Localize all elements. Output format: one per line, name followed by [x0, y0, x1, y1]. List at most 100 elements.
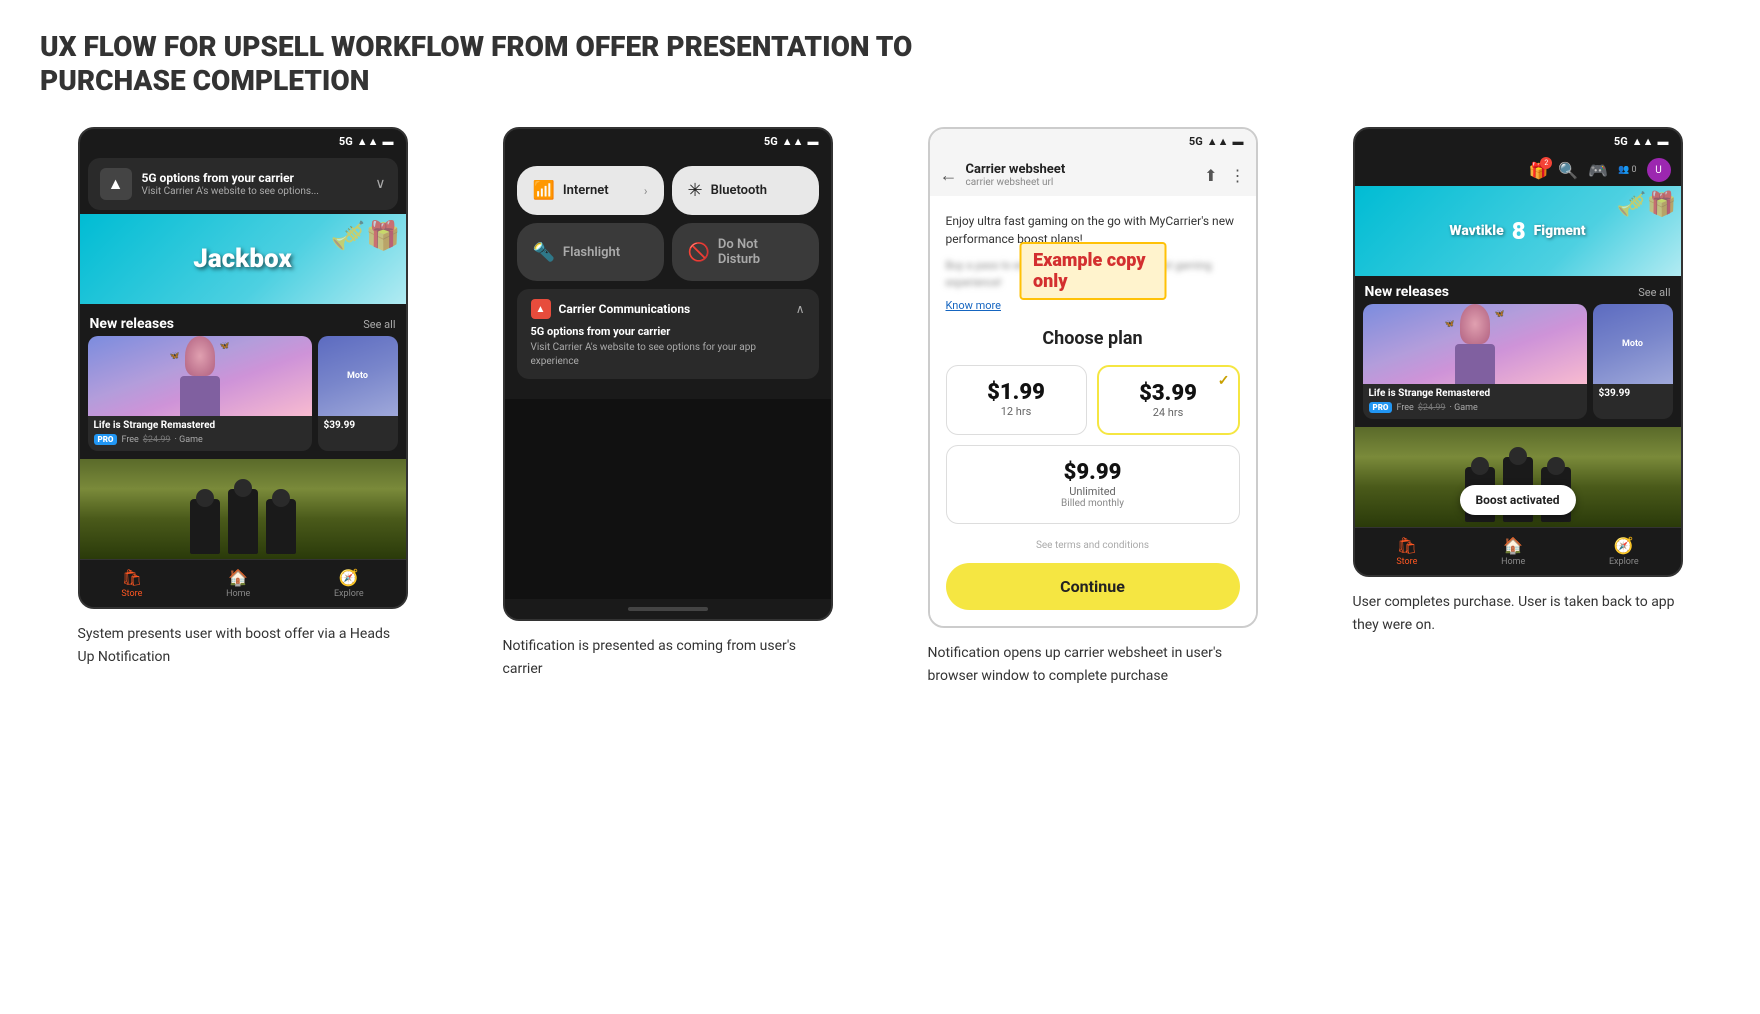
screen2-tile-dnd-label: Do Not Disturb [718, 237, 803, 267]
screen1-col: 5G ▲▲ ▬ ▲ 5G options from your carrier V… [40, 127, 445, 668]
screen4-bottom-nav: 🛍 Store 🏠 Home 🧭 Explore [1355, 527, 1681, 575]
screen1-notif-icon: ▲ [100, 168, 132, 200]
screen3-plan-3[interactable]: $9.99 Unlimited Billed monthly [946, 445, 1240, 524]
screen3-plan-1[interactable]: $1.99 12 hrs [946, 365, 1087, 435]
screen1-see-all[interactable]: See all [363, 318, 395, 331]
screen2-notif-body: Visit Carrier A's website to see options… [531, 341, 805, 369]
soldier-3 [266, 499, 296, 554]
screen2-description: Notification is presented as coming from… [503, 635, 833, 680]
screen4-lis-name: Life is Strange Remastered [1369, 388, 1581, 399]
screen3-terms[interactable]: See terms and conditions [946, 540, 1240, 551]
chevron-up-icon: ∧ [796, 302, 805, 316]
screen3-plan-2[interactable]: $3.99 24 hrs [1097, 365, 1240, 435]
screen4-price-original: $24.99 [1418, 403, 1446, 413]
screen4-bottom-banner: Boost activated [1355, 427, 1681, 527]
screen2-tile-flashlight[interactable]: 🔦 Flashlight [517, 223, 664, 281]
screen4-nav-home-label: Home [1501, 557, 1525, 567]
screen2-col: 5G ▲▲ ▬ 📶 Internet › ✳ Bluetooth [465, 127, 870, 680]
soldier-group [190, 489, 296, 554]
screen1-game-card-moto[interactable]: Moto $39.99 [318, 336, 398, 451]
screen1-5g-label: 5G [339, 135, 353, 148]
screen3-phone: 5G ▲▲ ▬ ← Carrier websheet carrier websh… [928, 127, 1258, 628]
screen4-game-card-moto[interactable]: Moto $39.99 [1593, 304, 1673, 419]
screen4-nav-store[interactable]: 🛍 Store [1396, 536, 1417, 567]
game-controller-icon: 🎮 [1588, 161, 1608, 180]
screen1-notif-text: 5G options from your carrier Visit Carri… [142, 171, 366, 197]
screen3-url: carrier websheet url [966, 177, 1197, 188]
screen4-section-title: New releases [1365, 284, 1449, 300]
screen1-moto-image: Moto [318, 336, 398, 416]
screen1-nav-store[interactable]: 🛍 Store [121, 568, 142, 599]
screen3-carrier-body: Enjoy ultra fast gaming on the go with M… [930, 196, 1256, 626]
screen1-game-type: · Game [175, 435, 203, 445]
screen1-notif-subtitle: Visit Carrier A's website to see options… [142, 186, 366, 197]
gift-icon: 🎁 [1528, 161, 1548, 180]
screen1-bottom-banner [80, 459, 406, 559]
screen2-carrier-app: Carrier Communications [559, 302, 788, 316]
screen4-hero-game1: Wavtikle [1449, 223, 1503, 239]
screen4-game-card-lis[interactable]: 🦋 🦋 Life is Strange Remastered PRO Free … [1363, 304, 1587, 419]
screen4-nav-store-label: Store [1396, 557, 1417, 567]
back-button[interactable]: ← [940, 165, 958, 186]
screen1-lis-artwork: 🦋 🦋 [88, 336, 312, 416]
screen3-continue-button[interactable]: Continue [946, 563, 1240, 610]
screen3-header-actions: ⬆ ⋮ [1204, 166, 1245, 185]
screen1-nav-explore[interactable]: 🧭 Explore [334, 568, 364, 599]
screen3-signal-icon: ▲▲ [1207, 135, 1229, 148]
screen4-store-icon: 🛍 [1397, 536, 1417, 555]
screen1-pro-badge: PRO [94, 434, 118, 445]
screen3-desc-with-overlay: Buy a pass to enjoy ultra fast rates for… [946, 258, 1240, 291]
screen2-battery-icon: ▬ [808, 135, 819, 148]
soldier-2 [228, 489, 258, 554]
share-icon[interactable]: ⬆ [1204, 166, 1217, 185]
screen3-plan1-price: $1.99 [961, 380, 1072, 405]
screen1-signal-icon: ▲▲ [357, 135, 379, 148]
dnd-icon: 🚫 [688, 242, 710, 263]
screen1-lis-info: Life is Strange Remastered PRO Free $24.… [88, 416, 312, 451]
screen4-moto-price: $39.99 [1593, 384, 1673, 405]
boost-activated-toast: Boost activated [1459, 485, 1575, 515]
screen1-notification[interactable]: ▲ 5G options from your carrier Visit Car… [88, 158, 398, 210]
user-avatar[interactable]: U [1647, 158, 1671, 182]
screen4-description: User completes purchase. User is taken b… [1353, 591, 1683, 636]
screen4-nav-home[interactable]: 🏠 Home [1501, 536, 1525, 567]
more-icon[interactable]: ⋮ [1230, 166, 1246, 185]
screen1-lis-meta: PRO Free $24.99 · Game [94, 434, 306, 445]
screen4-pro-badge: PRO [1369, 402, 1393, 413]
screen3-col: 5G ▲▲ ▬ ← Carrier websheet carrier websh… [890, 127, 1295, 687]
screen2-tile-internet[interactable]: 📶 Internet › [517, 166, 664, 215]
screen3-page-title: Carrier websheet [966, 162, 1197, 177]
flashlight-icon: 🔦 [533, 242, 555, 263]
screen3-description: Notification opens up carrier websheet i… [928, 642, 1258, 687]
store-icon: 🛍 [122, 568, 142, 587]
screen3-plan3-duration: Unlimited [961, 485, 1225, 498]
wifi-icon: 📶 [533, 180, 555, 201]
search-icon[interactable]: 🔍 [1558, 161, 1578, 180]
screen4-game-type: · Game [1450, 403, 1478, 413]
screen1-nav-home-label: Home [226, 589, 250, 599]
screen2-notif-title: 5G options from your carrier [531, 325, 805, 338]
bluetooth-icon: ✳ [688, 180, 703, 201]
page-title: UX FLOW FOR UPSELL WORKFLOW FROM OFFER P… [40, 30, 940, 97]
screen4-games-row: 🦋 🦋 Life is Strange Remastered PRO Free … [1355, 304, 1681, 427]
screen4-col: 5G ▲▲ ▬ 🎁 🔍 🎮 👥 0 U Wavtikle 8 Figment [1315, 127, 1720, 636]
screen4-section-header: New releases See all [1355, 276, 1681, 304]
screen2-tile-bluetooth[interactable]: ✳ Bluetooth [672, 166, 819, 215]
friends-count: 0 [1631, 165, 1636, 175]
screen3-plan3-price: $9.99 [961, 460, 1225, 485]
screen1-character: 🦋 🦋 [170, 336, 230, 416]
screen1-game-card-lis[interactable]: 🦋 🦋 Life is Strange Remastered PRO Free … [88, 336, 312, 451]
screen4-hero-num: 8 [1512, 217, 1526, 245]
screen4-nav-explore[interactable]: 🧭 Explore [1609, 536, 1639, 567]
screen1-description: System presents user with boost offer vi… [78, 623, 408, 668]
screen4-see-all[interactable]: See all [1638, 286, 1670, 299]
screen2-home-indicator [505, 599, 831, 619]
screen2-carrier-notification[interactable]: ▲ Carrier Communications ∧ 5G options fr… [517, 289, 819, 379]
screen3-example-overlay: Example copy only [1019, 242, 1166, 308]
chevron-down-icon: ∨ [375, 176, 385, 192]
screen1-nav-home[interactable]: 🏠 Home [226, 568, 250, 599]
screen2-tile-dnd[interactable]: 🚫 Do Not Disturb [672, 223, 819, 281]
screen3-status-bar: 5G ▲▲ ▬ [930, 129, 1256, 154]
screen1-notif-title: 5G options from your carrier [142, 171, 366, 185]
screen1-phone: 5G ▲▲ ▬ ▲ 5G options from your carrier V… [78, 127, 408, 609]
